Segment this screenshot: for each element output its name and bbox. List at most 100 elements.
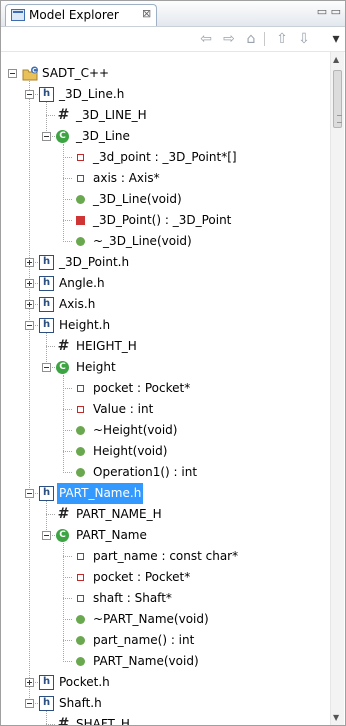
tree-item[interactable]: Height(void) — [1, 441, 331, 462]
header-file-icon: h — [39, 696, 54, 711]
toolbar-separator — [264, 32, 265, 46]
menu-icon[interactable]: ▾ — [327, 30, 345, 48]
tree-item[interactable]: axis : Axis* — [1, 168, 331, 189]
tree-item-label: _3D_LINE_H — [76, 108, 147, 122]
expand-icon[interactable] — [25, 279, 34, 288]
tree-item[interactable]: ~PART_Name(void) — [1, 609, 331, 630]
tree-item-label: ~PART_Name(void) — [93, 612, 209, 626]
svg-text:C: C — [32, 68, 37, 75]
private-field-icon — [77, 406, 84, 413]
forward-icon[interactable]: ⇨ — [220, 30, 238, 48]
tree-item-label: SHAFT_H — [76, 717, 130, 725]
scroll-down-arrow-icon[interactable]: ▼ — [333, 713, 339, 722]
tree-item[interactable]: # _3D_LINE_H — [1, 105, 331, 126]
macro-define-icon: # — [57, 338, 70, 354]
tree-connector — [63, 199, 72, 201]
class-icon: C — [56, 529, 69, 542]
tree-item[interactable]: C Height — [1, 357, 331, 378]
collapse-icon[interactable] — [25, 699, 34, 708]
tree-connector — [63, 388, 72, 390]
collapse-icon[interactable] — [42, 531, 51, 540]
tree-item[interactable]: # PART_NAME_H — [1, 504, 331, 525]
tree-item[interactable]: C _3D_Line — [1, 126, 331, 147]
tree-connector — [46, 514, 55, 516]
expand-icon[interactable] — [25, 678, 34, 687]
tree-item[interactable]: h PART_Name.h — [1, 483, 331, 504]
model-tree: C SADT_C++ h _3D_Line.h # _3D_LINE_H C _3D_Line… — [1, 52, 331, 725]
macro-define-icon: # — [57, 716, 70, 726]
tree-item-label: Height(void) — [93, 444, 168, 458]
private-field-icon — [77, 553, 84, 560]
tree-item-label: PART_Name(void) — [93, 654, 199, 668]
tree-item[interactable]: part_name() : int — [1, 630, 331, 651]
collapse-icon[interactable] — [25, 321, 34, 330]
tree-item[interactable]: h Height.h — [1, 315, 331, 336]
tree-item[interactable]: h _3D_Point.h — [1, 252, 331, 273]
scroll-thumb[interactable] — [333, 70, 342, 128]
tree-connector — [63, 220, 72, 222]
tree-item[interactable]: h Shaft.h — [1, 693, 331, 714]
collapse-icon[interactable] — [25, 90, 34, 99]
down-icon[interactable]: ⇩ — [295, 30, 313, 48]
public-method-icon — [76, 195, 85, 204]
collapse-icon[interactable] — [42, 132, 51, 141]
tree-connector — [63, 556, 72, 558]
vertical-scrollbar[interactable]: ▲ ▼ — [330, 52, 344, 725]
public-method-icon — [76, 615, 85, 624]
tree-item[interactable]: _3d_point : _3D_Point*[] — [1, 147, 331, 168]
private-field-icon — [77, 175, 84, 182]
public-method-icon — [76, 237, 85, 246]
tree-item[interactable]: h _3D_Line.h — [1, 84, 331, 105]
tree-item[interactable]: part_name : const char* — [1, 546, 331, 567]
home-icon[interactable]: ⌂ — [242, 30, 260, 48]
private-field-icon — [77, 574, 84, 581]
tree-connector — [46, 724, 55, 725]
tree-item[interactable]: ~_3D_Line(void) — [1, 231, 331, 252]
tree-item[interactable]: pocket : Pocket* — [1, 378, 331, 399]
collapse-icon[interactable] — [42, 363, 51, 372]
tree-connector — [63, 178, 72, 180]
tab-model-explorer[interactable]: Model Explorer ⊠ — [5, 4, 157, 26]
expand-icon[interactable] — [25, 300, 34, 309]
up-icon[interactable]: ⇧ — [273, 30, 291, 48]
macro-define-icon: # — [57, 506, 70, 522]
tree-item[interactable]: # SHAFT_H — [1, 714, 331, 725]
tree-item[interactable]: _3D_Point() : _3D_Point — [1, 210, 331, 231]
back-icon[interactable]: ⇦ — [197, 30, 215, 48]
tree-item-label: Shaft.h — [59, 696, 102, 710]
tree-item[interactable]: C SADT_C++ — [1, 63, 331, 84]
header-file-icon: h — [39, 87, 54, 102]
tree-item[interactable]: _3D_Line(void) — [1, 189, 331, 210]
public-method-icon — [76, 657, 85, 666]
collapse-icon[interactable] — [25, 489, 34, 498]
tree-connector — [63, 451, 72, 453]
tree-item-label: shaft : Shaft* — [93, 591, 172, 605]
expand-icon[interactable] — [25, 258, 34, 267]
tree-item[interactable]: pocket : Pocket* — [1, 567, 331, 588]
macro-define-icon: # — [57, 107, 70, 123]
view-title-bar: Model Explorer ⊠ ▭ ▭ — [1, 1, 345, 27]
header-file-icon: h — [39, 675, 54, 690]
tree-item-label: pocket : Pocket* — [93, 381, 191, 395]
minimize-maximize-icons[interactable]: ▭ ▭ — [317, 5, 341, 18]
tree-item[interactable]: # HEIGHT_H — [1, 336, 331, 357]
tree-item-label: Height — [76, 360, 116, 374]
tree-item[interactable]: h Angle.h — [1, 273, 331, 294]
class-icon: C — [56, 361, 69, 374]
tree-item[interactable]: Value : int — [1, 399, 331, 420]
tree-item-label: Angle.h — [59, 276, 105, 290]
tree-item[interactable]: PART_Name(void) — [1, 651, 331, 672]
tab-title: Model Explorer — [29, 8, 119, 22]
close-icon[interactable]: ⊠ — [142, 7, 151, 20]
tree-item-label: part_name : const char* — [93, 549, 239, 563]
tree-item[interactable]: C PART_Name — [1, 525, 331, 546]
tree-item[interactable]: h Axis.h — [1, 294, 331, 315]
tree-item-label: _3D_Line.h — [59, 87, 125, 101]
tree-item[interactable]: Operation1() : int — [1, 462, 331, 483]
tree-item[interactable]: shaft : Shaft* — [1, 588, 331, 609]
tree-item[interactable]: ~Height(void) — [1, 420, 331, 441]
tree-item[interactable]: h Pocket.h — [1, 672, 331, 693]
collapse-icon[interactable] — [8, 69, 17, 78]
scroll-up-arrow-icon[interactable]: ▲ — [333, 55, 339, 64]
tree-connector — [63, 619, 72, 621]
